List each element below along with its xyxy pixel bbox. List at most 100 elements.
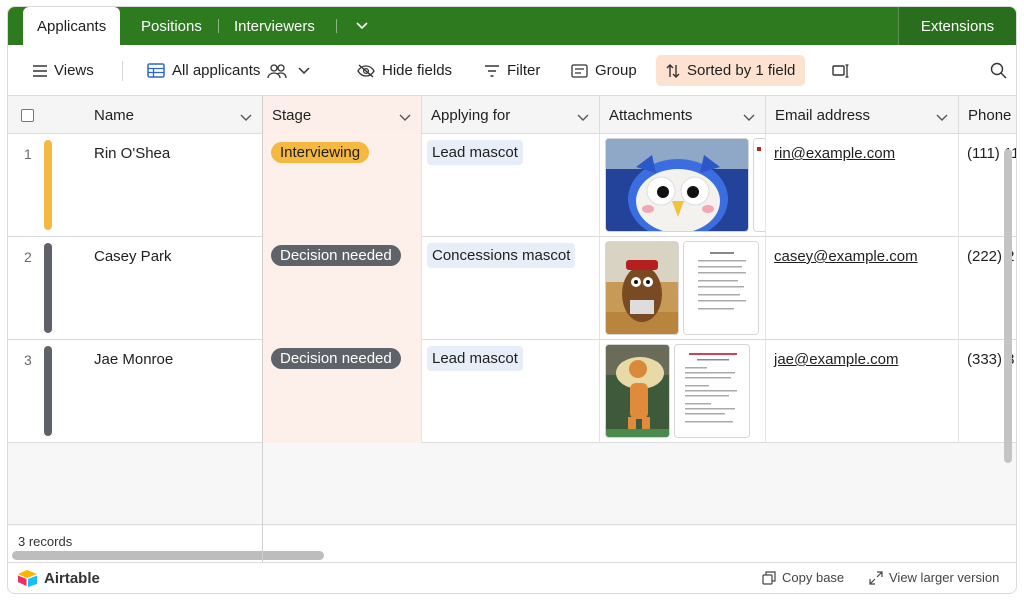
row-color-bar xyxy=(44,243,52,333)
column-header-attachments[interactable]: Attachments xyxy=(600,96,766,134)
hide-fields-button[interactable]: Hide fields xyxy=(349,55,460,86)
extensions-button[interactable]: Extensions xyxy=(898,7,1016,45)
tab-separator xyxy=(218,19,219,33)
column-header-name[interactable]: Name xyxy=(85,96,263,134)
row-color-bar xyxy=(44,346,52,436)
table-row[interactable]: 1 Rin O'Shea Interviewing Lead mascot ri… xyxy=(8,134,1016,237)
position-chip: Lead mascot xyxy=(427,140,523,165)
views-label: Views xyxy=(54,62,94,79)
name-cell[interactable]: 1 Rin O'Shea xyxy=(8,134,263,237)
tab-interviewers[interactable]: Interviewers xyxy=(220,7,329,45)
applying-for-cell[interactable]: Concessions mascot xyxy=(422,237,600,340)
attachment-thumbnail-document[interactable] xyxy=(753,138,765,232)
attachment-thumbnail-mascot-potato[interactable] xyxy=(605,241,679,335)
grid-view-icon xyxy=(147,63,165,78)
attachments-cell[interactable] xyxy=(600,237,766,340)
views-button[interactable]: Views xyxy=(25,55,102,86)
column-header-applying-for[interactable]: Applying for xyxy=(422,96,600,134)
applying-for-cell[interactable]: Lead mascot xyxy=(422,134,600,237)
column-header-label: Phone xyxy=(968,106,1012,124)
row-number: 2 xyxy=(24,249,32,265)
email-cell[interactable]: rin@example.com xyxy=(766,134,959,237)
stage-cell[interactable]: Interviewing xyxy=(263,134,422,237)
sort-arrows-icon xyxy=(666,63,680,79)
sort-label: Sorted by 1 field xyxy=(687,62,796,79)
chevron-down-icon[interactable] xyxy=(399,109,411,126)
select-all-checkbox[interactable] xyxy=(21,108,34,122)
stage-badge: Interviewing xyxy=(271,142,370,163)
tabs-more-chevron-icon[interactable] xyxy=(342,7,382,45)
copy-icon xyxy=(762,570,776,585)
email-cell[interactable]: casey@example.com xyxy=(766,237,959,340)
attachment-thumbnail-resume[interactable] xyxy=(683,241,759,335)
embed-footer: Airtable Copy base View larger version xyxy=(8,562,1016,593)
tab-positions[interactable]: Positions xyxy=(127,7,216,45)
attachment-thumbnail-resume[interactable] xyxy=(674,344,750,438)
filter-icon xyxy=(484,64,500,77)
collaborators-icon xyxy=(267,63,288,79)
grid-footer-divider xyxy=(8,524,1016,525)
view-larger-button[interactable]: View larger version xyxy=(869,570,999,585)
applicant-name: Casey Park xyxy=(94,248,172,265)
email-link[interactable]: casey@example.com xyxy=(774,248,918,265)
vertical-scrollbar[interactable] xyxy=(1004,149,1012,463)
record-count: 3 records xyxy=(18,534,73,549)
email-link[interactable]: jae@example.com xyxy=(774,351,898,368)
stage-cell[interactable]: Decision needed xyxy=(263,340,422,443)
copy-base-button[interactable]: Copy base xyxy=(762,570,844,585)
view-larger-label: View larger version xyxy=(889,570,1000,585)
attachment-thumbnail-mascot-owl[interactable] xyxy=(605,138,749,232)
view-switcher[interactable]: All applicants xyxy=(139,55,318,86)
chevron-down-icon[interactable] xyxy=(936,109,948,126)
top-tab-bar: Applicants Positions Interviewers Extens… xyxy=(8,7,1016,45)
stage-cell[interactable]: Decision needed xyxy=(263,237,422,340)
hamburger-icon xyxy=(33,64,47,77)
search-button[interactable] xyxy=(982,55,1015,86)
row-number: 3 xyxy=(24,352,32,368)
email-cell[interactable]: jae@example.com xyxy=(766,340,959,443)
column-header-phone[interactable]: Phone xyxy=(959,96,1016,134)
attachment-thumbnail-mascot-lion[interactable] xyxy=(605,344,670,438)
expand-icon xyxy=(869,570,883,585)
applicant-name: Jae Monroe xyxy=(94,351,174,368)
airtable-logo[interactable]: Airtable xyxy=(17,569,100,587)
row-height-button[interactable] xyxy=(824,55,858,86)
airtable-embed: Applicants Positions Interviewers Extens… xyxy=(7,6,1017,594)
email-link[interactable]: rin@example.com xyxy=(774,145,895,162)
name-cell[interactable]: 3 Jae Monroe xyxy=(8,340,263,443)
filter-button[interactable]: Filter xyxy=(476,55,548,86)
table-row[interactable]: 3 Jae Monroe Decision needed Lead mascot xyxy=(8,340,1016,443)
column-header-label: Applying for xyxy=(431,106,511,124)
position-chip: Lead mascot xyxy=(427,346,523,371)
horizontal-scrollbar[interactable] xyxy=(12,551,324,560)
chevron-down-icon[interactable] xyxy=(577,109,589,126)
airtable-logo-icon xyxy=(18,570,37,587)
grid-header: Name Stage Applying for Attachments Emai… xyxy=(8,96,1016,134)
view-name: All applicants xyxy=(172,62,261,79)
group-button[interactable]: Group xyxy=(563,55,645,86)
attachments-cell[interactable] xyxy=(600,340,766,443)
row-height-icon xyxy=(832,63,850,78)
table-row[interactable]: 2 Casey Park Decision needed Concessions… xyxy=(8,237,1016,340)
column-header-email[interactable]: Email address xyxy=(766,96,959,134)
attachments-cell[interactable] xyxy=(600,134,766,237)
tab-applicants[interactable]: Applicants xyxy=(23,7,121,45)
group-label: Group xyxy=(595,62,637,79)
column-header-label: Stage xyxy=(272,106,312,124)
search-icon xyxy=(990,62,1007,79)
row-color-bar xyxy=(44,140,52,230)
select-all-checkbox-cell xyxy=(8,96,85,134)
chevron-down-icon[interactable] xyxy=(743,109,755,126)
chevron-down-icon xyxy=(298,66,310,75)
name-cell[interactable]: 2 Casey Park xyxy=(8,237,263,340)
sort-button[interactable]: Sorted by 1 field xyxy=(656,55,806,86)
row-number: 1 xyxy=(24,146,32,162)
brand-name: Airtable xyxy=(44,569,100,587)
position-chip: Concessions mascot xyxy=(427,243,576,268)
column-header-stage[interactable]: Stage xyxy=(263,96,422,134)
column-header-label: Email address xyxy=(775,106,871,124)
applying-for-cell[interactable]: Lead mascot xyxy=(422,340,600,443)
chevron-down-icon[interactable] xyxy=(240,109,252,126)
stage-badge: Decision needed xyxy=(271,348,401,369)
records-grid: Name Stage Applying for Attachments Emai… xyxy=(8,96,1016,560)
